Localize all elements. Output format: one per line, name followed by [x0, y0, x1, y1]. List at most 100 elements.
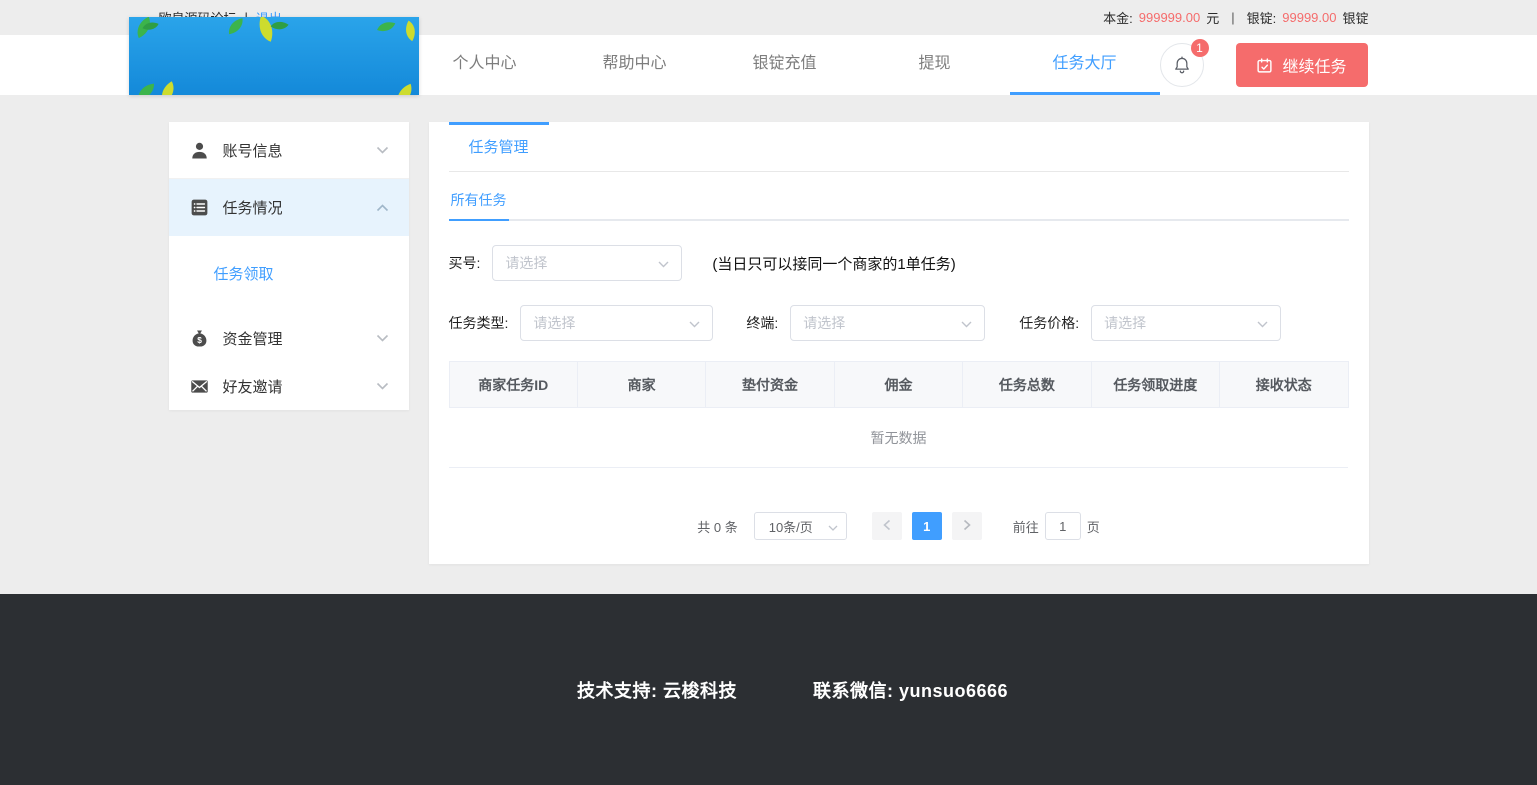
- principal-label: 本金:: [1103, 8, 1133, 27]
- page-size-value: 10条/页: [769, 517, 813, 536]
- nav-item-withdraw[interactable]: 提现: [860, 35, 1010, 95]
- chevron-down-icon: [689, 315, 700, 331]
- sidebar-item-fund-management[interactable]: $ 资金管理: [169, 314, 409, 362]
- subtab-all-tasks[interactable]: 所有任务: [449, 181, 509, 221]
- next-arrow-icon: [963, 519, 971, 534]
- sidebar: 账号信息 任务情况 任务领取 $ 资金: [169, 122, 409, 410]
- nav-item-help-center[interactable]: 帮助中心: [560, 35, 710, 95]
- nav-item-label: 银锭充值: [752, 55, 816, 72]
- goto-unit: 页: [1087, 517, 1100, 536]
- task-table: 商家任务ID 商家 垫付资金 佣金 任务总数 任务领取进度 接收状态 暂无数据: [449, 361, 1349, 468]
- empty-row: 暂无数据: [449, 408, 1348, 468]
- nav-item-label: 提现: [918, 55, 950, 72]
- user-icon: [189, 140, 210, 161]
- task-price-label: 任务价格:: [1019, 313, 1079, 333]
- page-size-select[interactable]: 10条/页: [754, 512, 847, 540]
- sidebar-item-task-status[interactable]: 任务情况: [169, 179, 409, 236]
- sidebar-item-label: 账号信息: [223, 140, 283, 161]
- goto-label: 前往: [1013, 517, 1039, 536]
- col-advance-funds: 垫付资金: [706, 362, 834, 408]
- goto-page-input[interactable]: [1045, 512, 1081, 540]
- bell-icon: [1172, 55, 1192, 75]
- nav-item-label: 帮助中心: [602, 55, 666, 72]
- sidebar-item-label: 好友邀请: [223, 376, 283, 397]
- terminal-placeholder: 请选择: [803, 313, 845, 333]
- balance-bar: 本金: 999999.00 元 | 银锭: 99999.00 银锭: [1103, 8, 1368, 27]
- terminal-label: 终端:: [746, 313, 778, 333]
- task-price-select[interactable]: 请选择: [1091, 305, 1281, 341]
- continue-task-button[interactable]: 继续任务: [1236, 43, 1368, 87]
- chevron-down-icon: [961, 315, 972, 331]
- task-price-placeholder: 请选择: [1104, 313, 1146, 333]
- col-commission: 佣金: [834, 362, 962, 408]
- pagination: 共 0 条 10条/页 1 前往 页: [449, 512, 1349, 540]
- notification-badge: 1: [1191, 39, 1209, 57]
- prev-arrow-icon: [883, 519, 891, 534]
- chevron-down-icon: [1257, 315, 1268, 331]
- sidebar-item-friend-invite[interactable]: 好友邀请: [169, 362, 409, 410]
- site-logo[interactable]: [129, 17, 419, 95]
- nav-item-label: 个人中心: [452, 55, 516, 72]
- main-nav: 个人中心 帮助中心 银锭充值 提现 任务大厅: [410, 35, 1160, 95]
- chevron-down-icon: [376, 334, 389, 342]
- nav-item-task-hall[interactable]: 任务大厅: [1010, 35, 1160, 95]
- task-management-panel: 任务管理 所有任务 买号: 请选择 (当日只可以接同一个商家的1单任务) 任务类…: [429, 122, 1369, 564]
- next-page-button[interactable]: [952, 512, 982, 540]
- chevron-up-icon: [376, 204, 389, 212]
- principal-unit: 元: [1206, 8, 1219, 27]
- logo-leaves-graphic: [129, 17, 419, 95]
- task-type-placeholder: 请选择: [533, 313, 575, 333]
- money-bag-icon: $: [189, 328, 210, 349]
- chevron-down-icon: [828, 519, 838, 534]
- col-task-total: 任务总数: [963, 362, 1091, 408]
- ingot-label: 银锭:: [1247, 8, 1277, 27]
- sidebar-subitem-task-claim[interactable]: 任务领取: [169, 255, 409, 295]
- content-area: 账号信息 任务情况 任务领取 $ 资金: [0, 95, 1537, 594]
- balance-separator: |: [1231, 10, 1234, 25]
- filter-row-task: 任务类型: 请选择 终端: 请选择 任务价格: 请选择: [449, 305, 1349, 341]
- page-number-button[interactable]: 1: [912, 512, 942, 540]
- nav-bar: 个人中心 帮助中心 银锭充值 提现 任务大厅 1: [0, 35, 1537, 95]
- ingot-unit: 银锭: [1342, 8, 1368, 27]
- empty-data-text: 暂无数据: [449, 408, 1348, 468]
- col-claim-progress: 任务领取进度: [1091, 362, 1219, 408]
- sidebar-item-account-info[interactable]: 账号信息: [169, 122, 409, 179]
- task-type-label: 任务类型:: [449, 313, 509, 333]
- nav-item-label: 任务大厅: [1052, 55, 1116, 72]
- envelope-icon: [189, 376, 210, 397]
- contact-wechat-text: 联系微信: yunsuo6666: [813, 677, 1008, 703]
- col-receive-status: 接收状态: [1220, 362, 1348, 408]
- chevron-down-icon: [376, 146, 389, 154]
- buyer-select[interactable]: 请选择: [492, 245, 682, 281]
- buyer-filter-note: (当日只可以接同一个商家的1单任务): [712, 253, 955, 274]
- tech-support-text: 技术支持: 云梭科技: [577, 677, 737, 703]
- sidebar-item-label: 任务情况: [223, 197, 283, 218]
- calendar-check-icon: [1256, 57, 1273, 74]
- chevron-down-icon: [658, 255, 669, 271]
- nav-item-personal-center[interactable]: 个人中心: [410, 35, 560, 95]
- task-table-header-row: 商家任务ID 商家 垫付资金 佣金 任务总数 任务领取进度 接收状态: [449, 362, 1348, 408]
- notification-bell-button[interactable]: 1: [1160, 43, 1204, 87]
- sidebar-submenu: 任务领取: [169, 236, 409, 314]
- task-list-icon: [189, 197, 210, 218]
- goto-page: 前往 页: [1013, 512, 1100, 540]
- chevron-down-icon: [376, 382, 389, 390]
- principal-value: 999999.00: [1139, 10, 1200, 25]
- sidebar-item-label: 资金管理: [223, 328, 283, 349]
- pager: 1: [867, 512, 987, 540]
- panel-tabbar: 任务管理: [449, 122, 1349, 172]
- pagination-total: 共 0 条: [697, 517, 737, 536]
- buyer-filter-label: 买号:: [449, 253, 481, 273]
- col-merchant: 商家: [577, 362, 705, 408]
- buyer-select-placeholder: 请选择: [505, 253, 547, 273]
- page-footer: 技术支持: 云梭科技 联系微信: yunsuo6666: [0, 594, 1537, 785]
- nav-item-ingot-recharge[interactable]: 银锭充值: [710, 35, 860, 95]
- task-type-select[interactable]: 请选择: [520, 305, 713, 341]
- tab-task-management[interactable]: 任务管理: [449, 122, 549, 172]
- ingot-value: 99999.00: [1282, 10, 1336, 25]
- filter-row-buyer: 买号: 请选择 (当日只可以接同一个商家的1单任务): [449, 245, 1349, 281]
- prev-page-button[interactable]: [872, 512, 902, 540]
- continue-task-label: 继续任务: [1282, 53, 1346, 77]
- task-subtabs: 所有任务: [449, 181, 1349, 221]
- terminal-select[interactable]: 请选择: [790, 305, 985, 341]
